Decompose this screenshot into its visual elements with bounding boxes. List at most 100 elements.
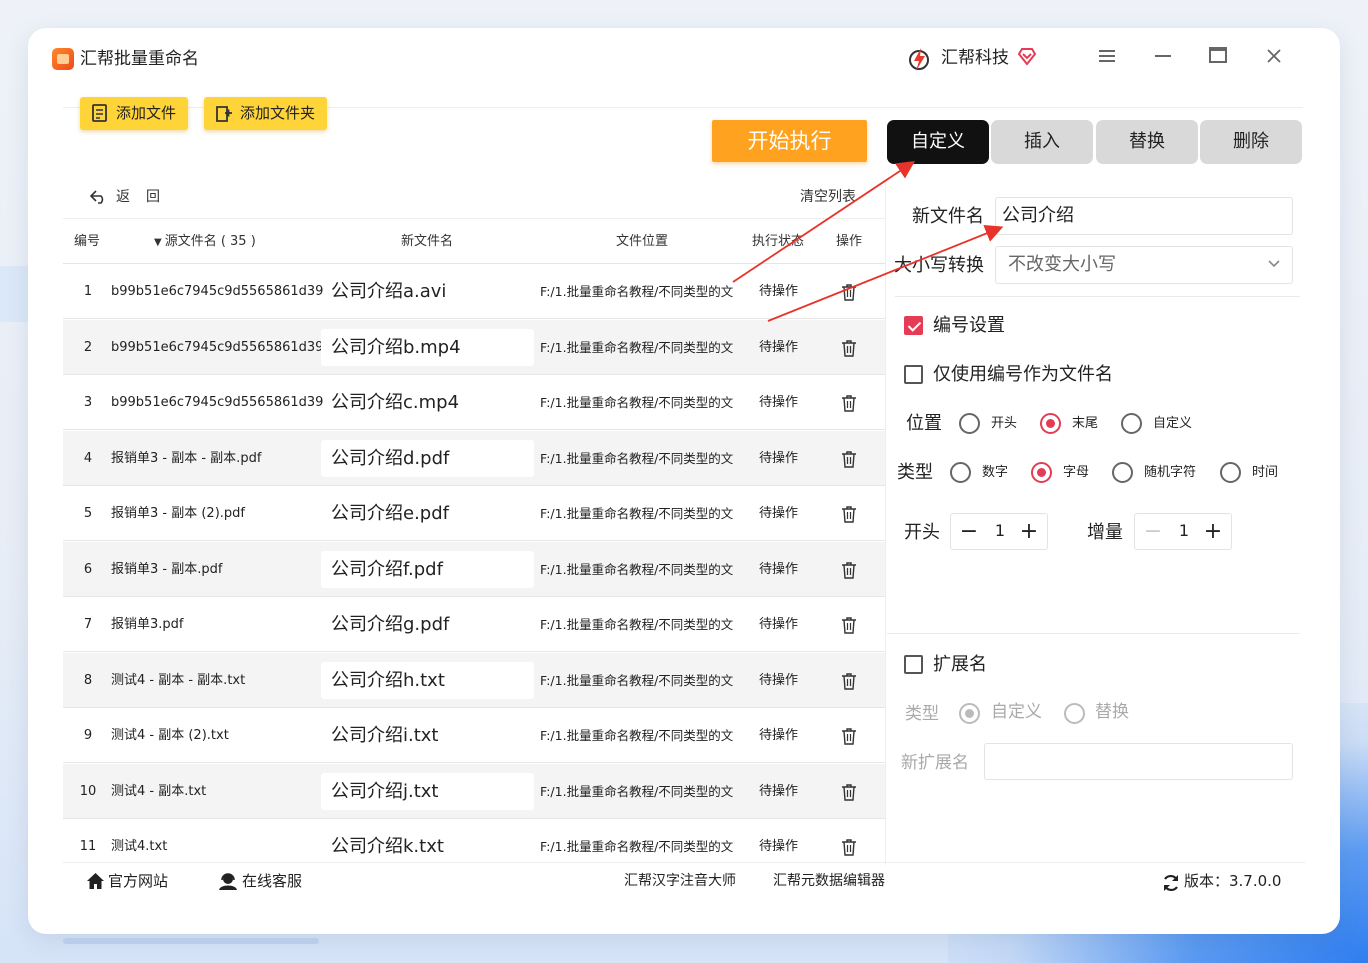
delete-icon[interactable] — [841, 727, 857, 745]
extension-checkbox[interactable] — [904, 655, 923, 674]
table-row[interactable]: 1 b99b51e6c7945c9d5565861d39 公司介绍a.avi F:/1… — [63, 264, 885, 319]
type-label: 类型 — [897, 462, 933, 483]
row-number: 4 — [83, 450, 93, 466]
row-number: 1 — [83, 284, 93, 299]
source-filename: 报销单3.pdf — [111, 617, 184, 632]
delete-icon[interactable] — [841, 394, 857, 412]
file-add-icon — [92, 104, 107, 122]
type-number-radio[interactable] — [950, 462, 971, 483]
add-folder-button[interactable]: 添加文件夹 — [204, 97, 327, 130]
new-filename[interactable]: 公司介绍i.txt — [321, 708, 534, 763]
new-filename[interactable]: 公司介绍g.pdf — [321, 597, 534, 652]
tab-custom[interactable]: 自定义 — [887, 120, 989, 164]
increment-decrement-button[interactable]: − — [1139, 514, 1167, 549]
ext-type-custom-radio[interactable] — [959, 703, 980, 724]
increment-value[interactable]: 1 — [1171, 514, 1197, 547]
website-link[interactable]: 官方网站 — [108, 871, 168, 891]
metadata-editor-link[interactable]: 汇帮元数据编辑器 — [773, 871, 885, 891]
table-row[interactable]: 7 报销单3.pdf 公司介绍g.pdf F:/1.批量重命名教程/不同类型的文 待操作 — [63, 597, 885, 652]
new-filename[interactable]: 公司介绍b.mp4 — [321, 328, 534, 366]
new-filename[interactable]: 公司介绍h.txt — [321, 661, 534, 699]
delete-icon[interactable] — [841, 450, 857, 468]
back-label-2: 回 — [146, 189, 160, 205]
start-increment-button[interactable]: + — [1015, 514, 1043, 549]
position-end-radio[interactable] — [1040, 413, 1061, 434]
start-stepper[interactable]: − 1 + — [950, 513, 1048, 550]
file-location: F:/1.批量重命名教程/不同类型的文 — [540, 783, 734, 799]
support-link[interactable]: 在线客服 — [242, 871, 302, 891]
start-button[interactable]: 开始执行 — [712, 120, 867, 162]
table-row[interactable]: 3 b99b51e6c7945c9d5565861d39 公司介绍c.mp4 F:/1… — [63, 375, 885, 430]
type-letter-label: 字母 — [1063, 465, 1090, 480]
increment-increment-button[interactable]: + — [1199, 514, 1227, 549]
new-filename[interactable]: 公司介绍d.pdf — [321, 439, 534, 477]
new-filename[interactable]: 公司介绍e.pdf — [321, 486, 534, 541]
row-number: 9 — [83, 728, 93, 743]
file-location: F:/1.批量重命名教程/不同类型的文 — [540, 506, 734, 521]
row-number: 3 — [83, 395, 93, 410]
new-name-input[interactable]: 公司介绍 — [995, 197, 1293, 235]
tab-delete[interactable]: 删除 — [1200, 120, 1302, 164]
position-label: 位置 — [906, 413, 942, 434]
new-filename[interactable]: 公司介绍k.txt — [321, 819, 534, 863]
ext-type-replace-radio[interactable] — [1064, 703, 1085, 724]
new-filename[interactable]: 公司介绍f.pdf — [321, 550, 534, 588]
close-icon[interactable] — [1262, 46, 1286, 70]
increment-stepper[interactable]: − 1 + — [1134, 513, 1232, 550]
header-action: 操作 — [836, 234, 863, 249]
add-file-button[interactable]: 添加文件 — [80, 97, 188, 130]
table-row[interactable]: 9 测试4 - 副本 (2).txt 公司介绍i.txt F:/1.批量重命名教程/不… — [63, 708, 885, 763]
position-start-radio[interactable] — [959, 413, 980, 434]
tab-replace[interactable]: 替换 — [1096, 120, 1198, 164]
table-row[interactable]: 10 测试4 - 副本.txt 公司介绍j.txt F:/1.批量重命名教程/不同类型… — [63, 763, 885, 819]
position-custom-radio[interactable] — [1121, 413, 1142, 434]
start-value[interactable]: 1 — [987, 514, 1013, 547]
exec-status: 待操作 — [759, 339, 799, 355]
row-number: 7 — [83, 617, 93, 632]
position-custom-label: 自定义 — [1153, 416, 1193, 431]
back-label: 返 — [116, 189, 130, 205]
type-letter-radio[interactable] — [1031, 462, 1052, 483]
table-row[interactable]: 2 b99b51e6c7945c9d5565861d39 公司介绍b.mp4 F:/1… — [63, 319, 885, 375]
header-source[interactable]: ▼ 源文件名 ( 35 ) — [154, 233, 256, 252]
numbering-checkbox[interactable] — [904, 316, 923, 335]
new-filename[interactable]: 公司介绍a.avi — [321, 264, 534, 319]
horizontal-scrollbar[interactable] — [63, 938, 319, 944]
table-row[interactable]: 6 报销单3 - 副本.pdf 公司介绍f.pdf F:/1.批量重命名教程/不同类型… — [63, 541, 885, 597]
maximize-icon[interactable] — [1206, 46, 1230, 70]
tab-insert[interactable]: 插入 — [991, 120, 1093, 164]
delete-icon[interactable] — [841, 339, 857, 357]
new-filename[interactable]: 公司介绍j.txt — [321, 772, 534, 810]
file-location: F:/1.批量重命名教程/不同类型的文 — [540, 728, 734, 743]
back-button[interactable]: 返 回 — [90, 187, 170, 207]
divider — [887, 633, 1300, 634]
pinyin-tool-link[interactable]: 汇帮汉字注音大师 — [624, 871, 736, 891]
heart-gem-icon[interactable] — [1017, 46, 1037, 66]
delete-icon[interactable] — [841, 561, 857, 579]
menu-icon[interactable] — [1095, 46, 1119, 70]
delete-icon[interactable] — [841, 838, 857, 856]
source-filename: 测试4 - 副本 (2).txt — [111, 728, 229, 743]
clear-list-button[interactable]: 清空列表 — [800, 187, 856, 207]
delete-icon[interactable] — [841, 616, 857, 634]
add-folder-label: 添加文件夹 — [240, 104, 316, 122]
type-random-radio[interactable] — [1112, 462, 1133, 483]
delete-icon[interactable] — [841, 672, 857, 690]
new-filename[interactable]: 公司介绍c.mp4 — [321, 375, 534, 430]
type-time-radio[interactable] — [1220, 462, 1241, 483]
sort-down-icon: ▼ — [154, 237, 162, 248]
case-select[interactable]: 不改变大小写 — [995, 246, 1293, 284]
delete-icon[interactable] — [841, 783, 857, 801]
table-row[interactable]: 4 报销单3 - 副本 - 副本.pdf 公司介绍d.pdf F:/1.批量重命名教程… — [63, 430, 885, 486]
case-select-value: 不改变大小写 — [1008, 254, 1116, 275]
table-row[interactable]: 5 报销单3 - 副本 (2).pdf 公司介绍e.pdf F:/1.批量重命名教程/… — [63, 486, 885, 541]
table-row[interactable]: 11 测试4.txt 公司介绍k.txt F:/1.批量重命名教程/不同类型的文 待操作 — [63, 819, 885, 863]
minimize-icon[interactable] — [1151, 46, 1175, 70]
only-number-checkbox[interactable] — [904, 365, 923, 384]
table-row[interactable]: 8 测试4 - 副本 - 副本.txt 公司介绍h.txt F:/1.批量重命名教程/… — [63, 652, 885, 708]
delete-icon[interactable] — [841, 283, 857, 301]
start-decrement-button[interactable]: − — [955, 514, 983, 549]
delete-icon[interactable] — [841, 505, 857, 523]
new-ext-input[interactable] — [984, 743, 1293, 780]
refresh-icon[interactable] — [1162, 874, 1180, 892]
